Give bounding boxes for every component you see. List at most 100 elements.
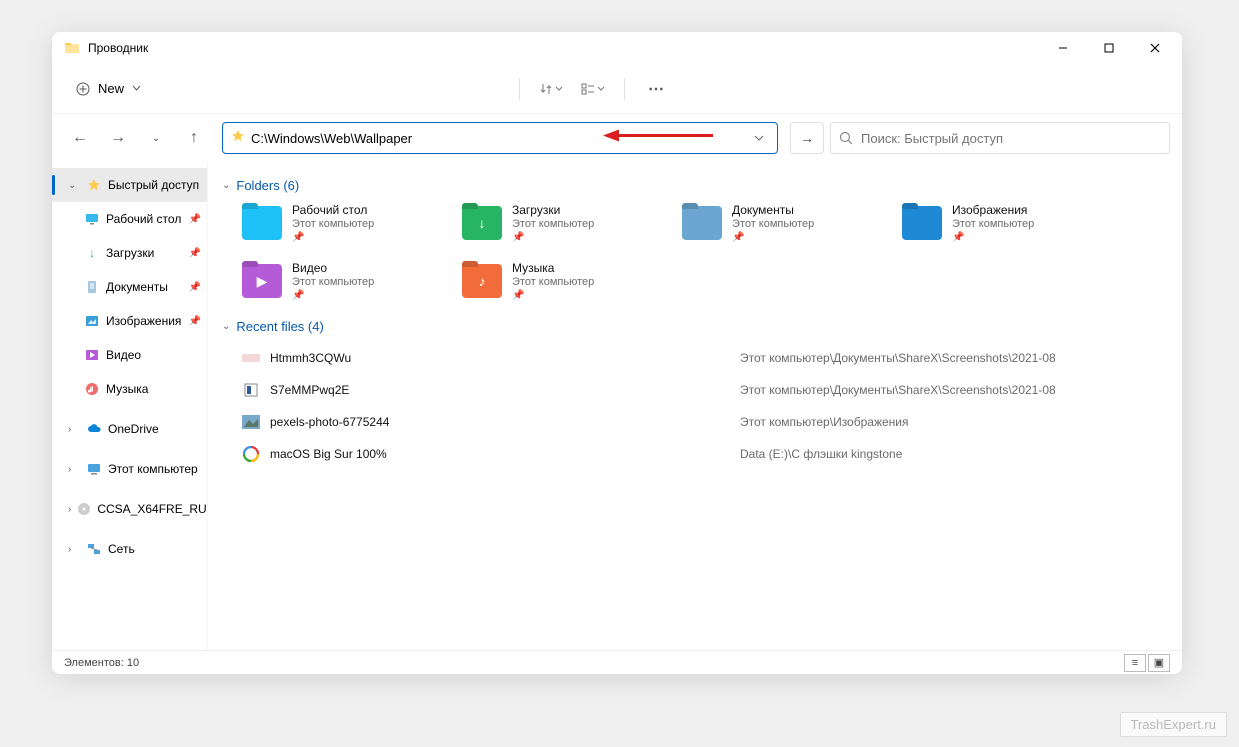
folder-card[interactable]: ♪ Музыка Этот компьютер 📌 <box>462 261 642 301</box>
watermark: TrashExpert.ru <box>1120 712 1228 737</box>
recent-file-row[interactable]: pexels-photo-6775244 Этот компьютер\Изоб… <box>242 408 1168 436</box>
sidebar-item-videos[interactable]: Видео <box>52 338 207 372</box>
section-title: Recent files (4) <box>236 319 323 334</box>
up-button[interactable]: ↑ <box>178 122 210 154</box>
dropdown-button[interactable]: ⌄ <box>140 122 172 154</box>
file-path: Data (E:)\С флэшки kingstone <box>740 447 902 461</box>
toolbar-separator <box>519 78 520 100</box>
picture-icon <box>84 313 100 329</box>
pin-icon: 📌 <box>189 214 201 225</box>
folder-location: Этот компьютер <box>292 276 374 288</box>
new-button[interactable]: New <box>64 75 153 102</box>
address-bar[interactable] <box>222 122 778 154</box>
folder-icon: ▶ <box>242 264 282 298</box>
sidebar-item-quick-access[interactable]: ⌄ Быстрый доступ <box>52 168 207 202</box>
minimize-button[interactable] <box>1040 32 1086 64</box>
address-input[interactable] <box>251 131 743 146</box>
file-path: Этот компьютер\Изображения <box>740 415 908 429</box>
folder-name: Загрузки <box>512 203 594 217</box>
sidebar-item-network[interactable]: › Сеть <box>52 532 207 566</box>
back-button[interactable]: ← <box>64 122 96 154</box>
chevron-down-icon: ⌄ <box>68 180 80 191</box>
pin-icon: 📌 <box>732 232 814 243</box>
sidebar-item-desktop[interactable]: Рабочий стол 📌 <box>52 202 207 236</box>
pin-icon: 📌 <box>292 232 374 243</box>
chevron-down-icon <box>132 84 141 93</box>
folder-card[interactable]: ↓ Загрузки Этот компьютер 📌 <box>462 203 642 243</box>
chevron-down-icon[interactable] <box>749 133 769 143</box>
file-icon <box>242 349 260 367</box>
sidebar-item-label: Документы <box>106 280 168 294</box>
sidebar-item-this-pc[interactable]: › Этот компьютер <box>52 452 207 486</box>
video-icon <box>84 347 100 363</box>
sidebar-item-label: OneDrive <box>108 422 159 436</box>
star-icon <box>86 177 102 193</box>
pin-icon: 📌 <box>189 248 201 259</box>
more-button[interactable]: ⋯ <box>639 73 673 105</box>
folder-name: Музыка <box>512 261 594 275</box>
network-icon <box>86 541 102 557</box>
maximize-button[interactable] <box>1086 32 1132 64</box>
section-title: Folders (6) <box>236 178 299 193</box>
folder-icon <box>682 206 722 240</box>
view-icons-button[interactable]: ▣ <box>1148 654 1170 672</box>
folder-icon: ♪ <box>462 264 502 298</box>
sidebar-item-label: CCSA_X64FRE_RU-RU <box>97 502 208 516</box>
sidebar-item-pictures[interactable]: Изображения 📌 <box>52 304 207 338</box>
folder-location: Этот компьютер <box>512 276 594 288</box>
view-details-button[interactable]: ≡ <box>1124 654 1146 672</box>
recent-section-header[interactable]: ⌄ Recent files (4) <box>222 319 1168 334</box>
recent-file-row[interactable]: S7eMMPwq2E Этот компьютер\Документы\Shar… <box>242 376 1168 404</box>
document-icon <box>84 279 100 295</box>
folder-location: Этот компьютер <box>292 218 374 230</box>
statusbar: Элементов: 10 ≡ ▣ <box>52 650 1182 674</box>
file-name: Htmmh3CQWu <box>270 351 730 365</box>
sidebar-item-documents[interactable]: Документы 📌 <box>52 270 207 304</box>
folder-icon <box>902 206 942 240</box>
folder-location: Этот компьютер <box>732 218 814 230</box>
explorer-icon <box>64 40 80 56</box>
plus-circle-icon <box>76 82 90 96</box>
sidebar-item-label: Рабочий стол <box>106 212 181 226</box>
chevron-down-icon: ⌄ <box>222 321 230 332</box>
explorer-window: Проводник New ⋯ ← → ⌄ ↑ <box>52 32 1182 674</box>
pin-icon: 📌 <box>952 232 1034 243</box>
go-button[interactable]: → <box>790 122 824 154</box>
folders-section-header[interactable]: ⌄ Folders (6) <box>222 178 1168 193</box>
window-title: Проводник <box>88 41 1040 55</box>
sidebar-item-label: Музыка <box>106 382 148 396</box>
sidebar-item-label: Видео <box>106 348 141 362</box>
sidebar: ⌄ Быстрый доступ Рабочий стол 📌 ↓ Загруз… <box>52 162 208 650</box>
file-name: S7eMMPwq2E <box>270 383 730 397</box>
folder-card[interactable]: Рабочий стол Этот компьютер 📌 <box>242 203 422 243</box>
desktop-icon <box>84 211 100 227</box>
sidebar-item-ccsa[interactable]: › CCSA_X64FRE_RU-RU <box>52 492 207 526</box>
search-icon <box>839 131 853 145</box>
file-icon <box>242 413 260 431</box>
sidebar-item-music[interactable]: Музыка <box>52 372 207 406</box>
recent-file-row[interactable]: Htmmh3CQWu Этот компьютер\Документы\Shar… <box>242 344 1168 372</box>
disc-icon <box>77 501 91 517</box>
folder-icon: ↓ <box>462 206 502 240</box>
folder-card[interactable]: Изображения Этот компьютер 📌 <box>902 203 1082 243</box>
search-box[interactable] <box>830 122 1170 154</box>
view-button[interactable] <box>576 73 610 105</box>
pin-icon: 📌 <box>292 290 374 301</box>
file-name: pexels-photo-6775244 <box>270 415 730 429</box>
recent-file-row[interactable]: macOS Big Sur 100% Data (E:)\С флэшки ki… <box>242 440 1168 468</box>
search-input[interactable] <box>861 131 1161 146</box>
pin-icon: 📌 <box>512 290 594 301</box>
close-button[interactable] <box>1132 32 1178 64</box>
sidebar-item-label: Загрузки <box>106 246 154 260</box>
folder-card[interactable]: Документы Этот компьютер 📌 <box>682 203 862 243</box>
sidebar-item-label: Быстрый доступ <box>108 178 199 192</box>
forward-button[interactable]: → <box>102 122 134 154</box>
chevron-right-icon: › <box>68 504 71 515</box>
sidebar-item-onedrive[interactable]: › OneDrive <box>52 412 207 446</box>
folder-location: Этот компьютер <box>512 218 594 230</box>
sidebar-item-downloads[interactable]: ↓ Загрузки 📌 <box>52 236 207 270</box>
file-path: Этот компьютер\Документы\ShareX\Screensh… <box>740 351 1056 365</box>
titlebar: Проводник <box>52 32 1182 64</box>
folder-card[interactable]: ▶ Видео Этот компьютер 📌 <box>242 261 422 301</box>
sort-button[interactable] <box>534 73 568 105</box>
